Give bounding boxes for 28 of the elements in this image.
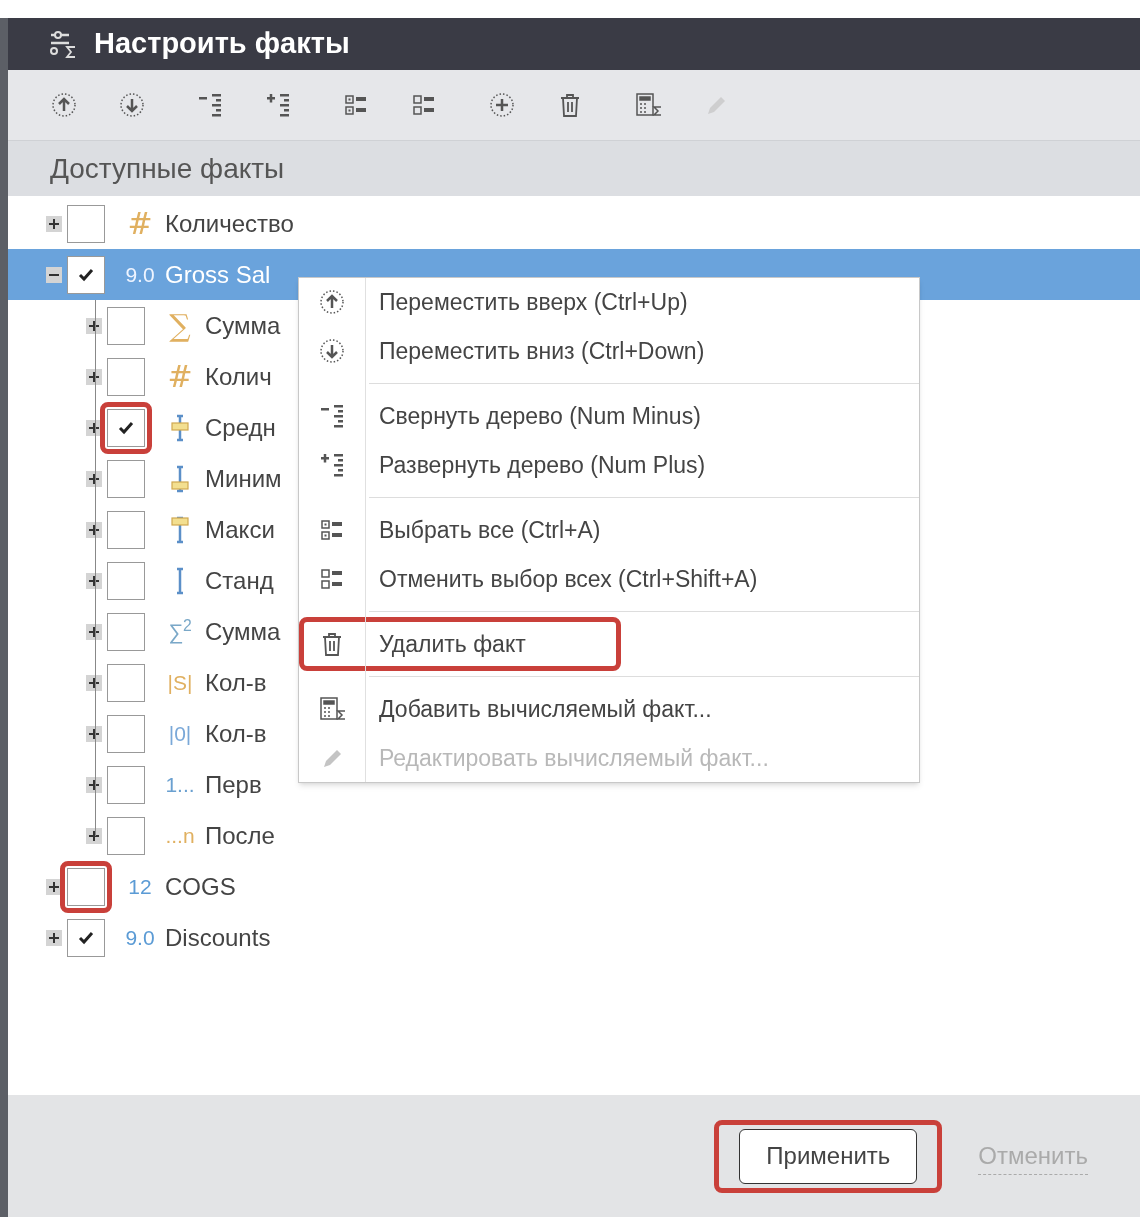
fact-type-glyph: ∑ — [169, 307, 191, 345]
fact-type-glyph: |S| — [167, 669, 193, 696]
fact-type-glyph: 1... — [165, 771, 195, 798]
fact-label: COGS — [165, 871, 236, 902]
fact-label: Кол-в — [205, 718, 267, 749]
fact-label: Макси — [205, 514, 275, 545]
fact-label: Сумма — [205, 310, 281, 341]
fact-label: Сумма — [205, 616, 281, 647]
fact-label: После — [205, 820, 275, 851]
fact-label: Миним — [205, 463, 282, 494]
fact-type-glyph: 9.0 — [125, 924, 155, 951]
fact-label: Количество — [165, 208, 294, 239]
fact-type-glyph: # — [127, 205, 153, 243]
fact-type-glyph: 9.0 — [125, 261, 155, 288]
window-title: Настроить факты — [94, 26, 350, 62]
fact-type-glyph: |0| — [168, 720, 192, 747]
fact-label: Станд — [205, 565, 274, 596]
fact-label: Колич — [205, 361, 272, 392]
section-title: Доступные факты — [50, 151, 285, 186]
fact-label: Перв — [205, 769, 262, 800]
fact-label: Средн — [205, 412, 276, 443]
fact-label: Gross Sal — [165, 259, 271, 290]
fact-type-glyph: ...n — [165, 822, 195, 849]
fact-label: Discounts — [165, 922, 271, 953]
fact-type-glyph: # — [167, 358, 193, 396]
fact-type-glyph: ∑$^{2}$ — [168, 615, 192, 646]
fact-type-glyph: 12 — [128, 873, 152, 900]
fact-label: Кол-в — [205, 667, 267, 698]
